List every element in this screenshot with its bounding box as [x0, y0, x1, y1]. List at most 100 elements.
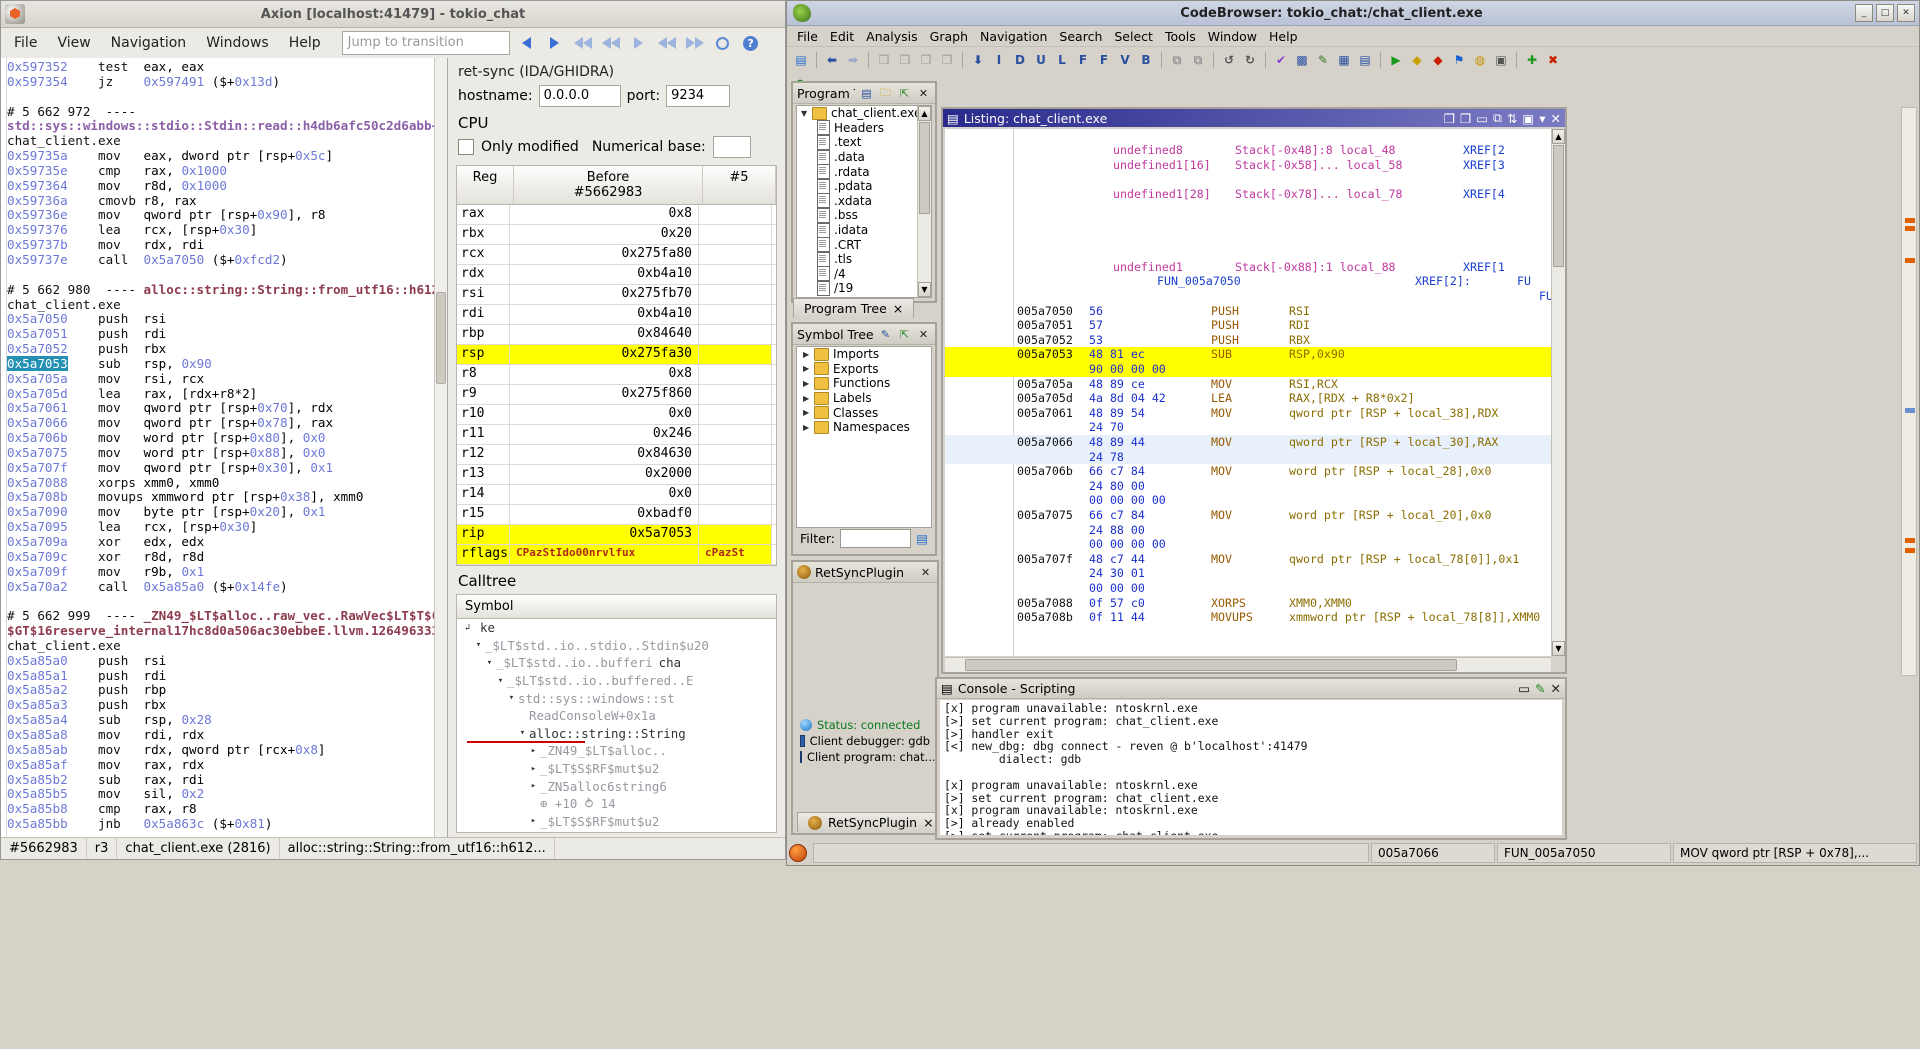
disasm-line[interactable]: 0x5a85a0 push rsi	[7, 654, 447, 669]
listing-line[interactable]: 005a705a48 89 ceMOVRSI,RCX	[1017, 377, 1551, 392]
listing-line[interactable]: 24 88 00	[1017, 523, 1551, 538]
run-icon[interactable]: ▶	[1387, 51, 1405, 69]
disasm-line[interactable]: 0x5a85a3 push rbx	[7, 698, 447, 713]
filter-options-icon[interactable]: ▤	[916, 531, 928, 546]
cpu-register-table[interactable]: Reg Before #5662983 #5 rax0x8rbx0x20rcx0…	[456, 165, 777, 566]
listing-line[interactable]	[1017, 201, 1551, 216]
edit-icon[interactable]: ✎	[878, 327, 893, 342]
flag-icon[interactable]: ⚑	[1450, 51, 1468, 69]
filter-input[interactable]	[840, 529, 911, 548]
tab-close-icon[interactable]: ×	[923, 815, 933, 830]
disasm-line[interactable]: 0x59737b mov rdx, rdi	[7, 238, 447, 253]
letter-v-icon[interactable]: V	[1116, 51, 1134, 69]
register-row[interactable]: r110x246	[457, 425, 776, 445]
letter-b-icon[interactable]: B	[1137, 51, 1155, 69]
calltree-twisty[interactable]: ↲	[461, 623, 474, 633]
calltree-row[interactable]: ▾_$LT$std..io..buffericha	[457, 654, 776, 672]
disasm-line[interactable]: 0x59735a mov eax, dword ptr [rsp+0x5c]	[7, 149, 447, 164]
program-tree-item[interactable]: .CRT	[797, 237, 931, 252]
listing-line[interactable]: 24 70	[1017, 420, 1551, 435]
tab-close-icon[interactable]: ×	[893, 301, 903, 316]
copy-icon[interactable]: ❒	[875, 51, 893, 69]
disasm-line[interactable]: 0x5a85a8 mov rdi, rdx	[7, 728, 447, 743]
ghidra-menu-tools[interactable]: Tools	[1159, 28, 1202, 45]
program-tree-item[interactable]: .text	[797, 135, 931, 150]
calltree-twisty[interactable]: ▾	[483, 658, 496, 668]
ghidra-menu-analysis[interactable]: Analysis	[860, 28, 924, 45]
disasm-line[interactable]: 0x5a85ab mov rdx, qword ptr [rcx+0x8]	[7, 743, 447, 758]
disasm-line[interactable]: 0x59735e cmp rax, 0x1000	[7, 164, 447, 179]
port-input[interactable]: 9234	[666, 85, 730, 107]
register-row[interactable]: rip0x5a7053	[457, 525, 776, 545]
program-tree-item[interactable]: /4	[797, 267, 931, 282]
listing-line[interactable]: 005a705d4a 8d 04 42LEARAX,[RDX + R8*0x2]	[1017, 391, 1551, 406]
disasm-line[interactable]: 0x5a7050 push rsi	[7, 312, 447, 327]
listing-line[interactable]	[1017, 172, 1551, 187]
hex-icon[interactable]: ▩	[1293, 51, 1311, 69]
symbol-tree-content[interactable]: ▶Imports▶Exports▶Functions▶Labels▶Classe…	[796, 346, 932, 528]
disasm-line[interactable]: 0x5a709a xor edx, edx	[7, 535, 447, 550]
disasm-line[interactable]: 0x597364 mov r8d, 0x1000	[7, 179, 447, 194]
tab-program-tree[interactable]: Program Tree ×	[793, 298, 914, 318]
diff-icon[interactable]: ⧉	[1493, 110, 1502, 126]
symbol-tree-item[interactable]: ▶Functions	[797, 376, 931, 391]
only-modified-checkbox[interactable]	[458, 139, 474, 155]
calltree-row[interactable]: ▸__rdl_dealloc	[457, 830, 776, 833]
disasm-line[interactable]: 0x5a707f mov qword ptr [rsp+0x30], 0x1	[7, 461, 447, 476]
step-back-double-icon[interactable]	[600, 32, 622, 54]
program-tree-item[interactable]: .pdata	[797, 179, 931, 194]
add-icon[interactable]: ✚	[1523, 51, 1541, 69]
console-output[interactable]: [x] program unavailable: ntoskrnl.exe[>]…	[940, 700, 1562, 835]
numerical-base-select[interactable]	[713, 136, 751, 158]
disasm-line[interactable]: 0x597376 lea rcx, [rsp+0x30]	[7, 223, 447, 238]
toggle-icon[interactable]: ⇅	[1507, 111, 1517, 126]
program-tree-item[interactable]: /19	[797, 281, 931, 296]
disasm-line[interactable]: 0x5a85af mov rax, rdx	[7, 758, 447, 773]
disasm-line[interactable]	[7, 594, 447, 609]
symbol-tree-item[interactable]: ▶Labels	[797, 391, 931, 406]
axion-disassembly-view[interactable]: 0x597352 test eax, eax0x597354 jz 0x5974…	[1, 58, 448, 837]
disasm-line[interactable]: # 5 662 999 ---- _ZN49_$LT$alloc..raw_ve…	[7, 609, 447, 624]
tab-retsync[interactable]: RetSyncPlugin ×	[797, 812, 945, 832]
register-row[interactable]: rsp0x275fa30	[457, 345, 776, 365]
disasm-line[interactable]: # 5 662 980 ---- alloc::string::String::…	[7, 283, 447, 298]
maximize-icon[interactable]: □	[1876, 4, 1894, 22]
listing-line[interactable]: 005a707f48 c7 44MOVqword ptr [RSP + loca…	[1017, 552, 1551, 567]
menu-icon[interactable]: ▾	[1539, 111, 1545, 126]
paste-icon[interactable]: ❒	[896, 51, 914, 69]
breakpoint-icon[interactable]: ◆	[1429, 51, 1447, 69]
disasm-line[interactable]: 0x597352 test eax, eax	[7, 60, 447, 75]
listing-line[interactable]: 24 30 01	[1017, 566, 1551, 581]
search-icon[interactable]: ◍	[1471, 51, 1489, 69]
listing-line[interactable]: 005a705056PUSHRSI	[1017, 304, 1551, 319]
chevron-right-icon[interactable]: ▶	[803, 350, 814, 359]
disasm-line[interactable]: # 5 662 972 ----	[7, 105, 447, 120]
ghidra-menu-window[interactable]: Window	[1202, 28, 1263, 45]
calltree-twisty[interactable]: ▸	[527, 781, 540, 791]
disasm-scrollbar[interactable]	[434, 58, 447, 837]
disasm-line-selected[interactable]: 0x5a7053 sub rsp, 0x90	[7, 357, 447, 372]
listing-vscrollbar[interactable]: ▲ ▼	[1551, 129, 1565, 656]
listing-line[interactable]: FUN_005a7050XREF[2]:FU	[1017, 274, 1551, 289]
disasm-line[interactable]: 0x5a708b movups xmmword ptr [rsp+0x38], …	[7, 490, 447, 505]
calltree-row[interactable]: ⊕ +10 ⥁ 14	[457, 795, 776, 813]
disasm-line[interactable]: 0x5a85a4 sub rsp, 0x28	[7, 713, 447, 728]
register-row[interactable]: rbp0x84640	[457, 325, 776, 345]
register-row[interactable]: rdi0xb4a10	[457, 305, 776, 325]
calltree-twisty[interactable]: ▾	[494, 676, 507, 686]
scroll-up-icon[interactable]: ▲	[918, 106, 931, 121]
listing-line[interactable]	[1017, 216, 1551, 231]
calltree-twisty[interactable]: ▾	[505, 693, 518, 703]
calltree-twisty[interactable]: ▾	[472, 640, 485, 650]
program-tree-item[interactable]: .rdata	[797, 164, 931, 179]
disasm-line[interactable]: 0x597354 jz 0x597491 ($+0x13d)	[7, 75, 447, 90]
listing-line[interactable]: 005a70880f 57 c0XORPSXMM0,XMM0	[1017, 596, 1551, 611]
disasm-line[interactable]: 0x5a7061 mov qword ptr [rsp+0x70], rdx	[7, 401, 447, 416]
calltree-twisty[interactable]: ▾	[516, 728, 529, 738]
new-tree-icon[interactable]: ▤	[859, 86, 874, 101]
export-icon[interactable]: ⇱	[897, 86, 912, 101]
close-icon[interactable]: ✕	[916, 327, 931, 342]
chevron-right-icon[interactable]: ▶	[803, 379, 814, 388]
calltree-twisty[interactable]: ▸	[527, 816, 540, 826]
disasm-line[interactable]: 0x5a7088 xorps xmm0, xmm0	[7, 476, 447, 491]
